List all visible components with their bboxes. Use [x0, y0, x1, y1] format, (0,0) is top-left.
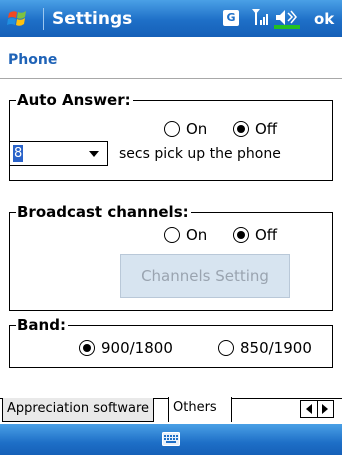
auto-answer-label: Auto Answer:	[16, 90, 133, 110]
radio-label: On	[186, 120, 208, 138]
gprs-indicator[interactable]: G	[223, 10, 239, 26]
arrow-right-icon	[322, 404, 329, 414]
seconds-value: 8	[13, 145, 24, 162]
radio-label: Off	[255, 120, 278, 138]
tab-scroll-left-button[interactable]	[301, 401, 317, 417]
band-850-1900-radio[interactable]: 850/1900	[218, 339, 312, 357]
radio-label: 900/1800	[101, 339, 173, 357]
auto-answer-on-radio[interactable]: On	[164, 120, 207, 138]
band-label: Band:	[16, 315, 68, 335]
volume-icon[interactable]	[274, 7, 304, 29]
seconds-dropdown[interactable]: 8	[9, 141, 108, 166]
radio-label: On	[186, 226, 208, 244]
radio-checked-icon	[79, 340, 95, 356]
arrow-left-icon	[305, 404, 312, 414]
title-bar: Settings G ok	[0, 0, 342, 37]
radio-circle-icon	[164, 121, 180, 137]
radio-checked-icon	[233, 227, 249, 243]
window-title: Settings	[43, 8, 132, 30]
signal-icon[interactable]	[250, 7, 272, 29]
broadcast-channels-label: Broadcast channels:	[16, 202, 191, 222]
band-900-1800-radio[interactable]: 900/1800	[79, 339, 173, 357]
tab-scroll-right-button[interactable]	[316, 401, 334, 417]
chevron-down-icon	[89, 151, 99, 157]
tab-appreciation-software[interactable]: Appreciation software	[2, 398, 155, 422]
radio-checked-icon	[233, 121, 249, 137]
channels-setting-button[interactable]: Channels Setting	[120, 254, 290, 298]
ok-button[interactable]: ok	[314, 8, 340, 30]
radio-label: Off	[255, 226, 278, 244]
page-title: Phone	[8, 52, 58, 68]
seconds-caption: secs pick up the phone	[119, 146, 281, 162]
radio-circle-icon	[218, 340, 234, 356]
keyboard-icon[interactable]	[162, 432, 180, 446]
tab-others[interactable]: Others	[168, 397, 232, 422]
tab-scroll-buttons	[300, 400, 334, 418]
bottom-bar	[0, 424, 342, 455]
windows-flag-icon[interactable]	[6, 6, 32, 32]
broadcast-off-radio[interactable]: Off	[233, 226, 277, 244]
broadcast-on-radio[interactable]: On	[164, 226, 207, 244]
auto-answer-off-radio[interactable]: Off	[233, 120, 277, 138]
radio-label: 850/1900	[240, 339, 312, 357]
radio-circle-icon	[164, 227, 180, 243]
divider	[0, 78, 342, 79]
